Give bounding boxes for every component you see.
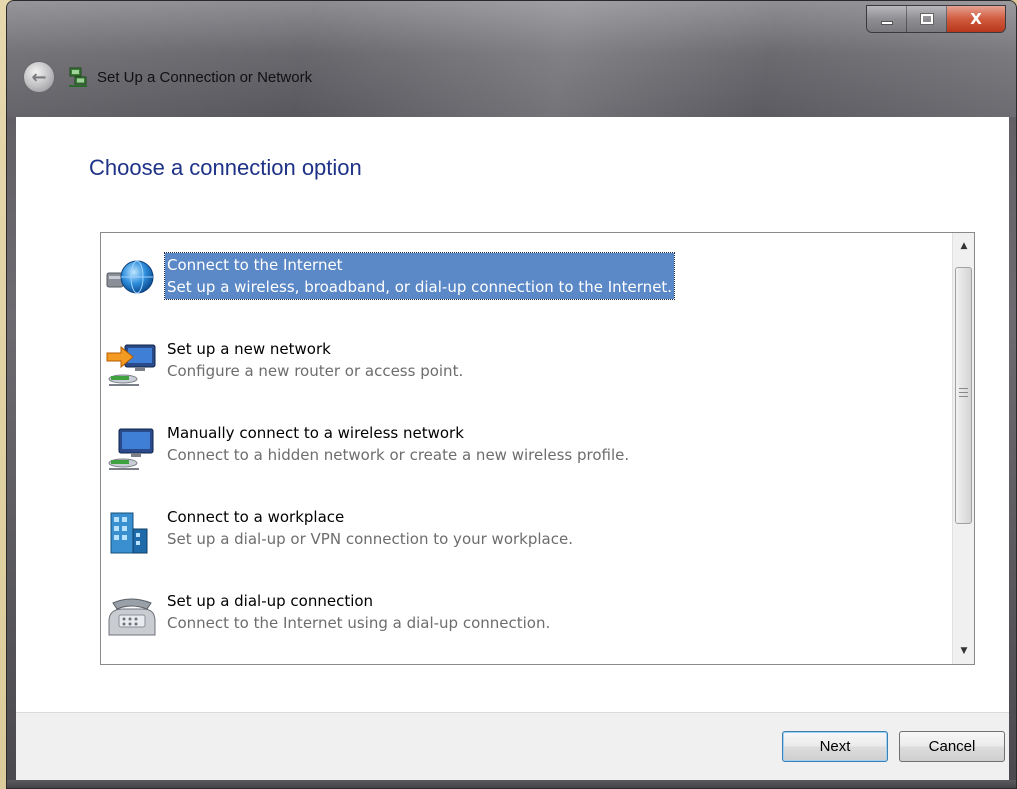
scroll-up-button[interactable]: ▲: [953, 235, 975, 257]
option-text: Connect to a workplace Set up a dial-up …: [165, 505, 575, 551]
list-item-dial-up[interactable]: Set up a dial-up connection Connect to t…: [101, 581, 941, 643]
page-title: Choose a connection option: [89, 155, 362, 180]
cancel-button[interactable]: Cancel: [899, 731, 1005, 762]
close-button[interactable]: X: [947, 6, 1005, 32]
content-area: Choose a connection option Connect to th…: [16, 117, 1009, 712]
navigation-row: ← Set Up a Connection or Network: [23, 61, 312, 93]
triangle-up-icon: ▲: [960, 241, 968, 251]
option-text: Set up a dial-up connection Connect to t…: [165, 589, 552, 635]
window-bottom-border: [7, 780, 1016, 788]
option-title: Connect to the Internet: [167, 256, 343, 274]
list-item-workplace[interactable]: Connect to a workplace Set up a dial-up …: [101, 497, 941, 559]
option-title: Set up a new network: [167, 340, 331, 358]
list-item-connect-internet[interactable]: Connect to the Internet Set up a wireles…: [101, 245, 941, 307]
maximize-icon: [919, 13, 934, 25]
caption-buttons: X: [866, 5, 1006, 33]
telephone-modem-icon: [108, 598, 156, 636]
triangle-down-icon: ▼: [960, 646, 968, 656]
back-arrow-icon: ←: [31, 66, 47, 88]
option-description: Set up a wireless, broadband, or dial-up…: [167, 278, 673, 296]
option-description: Connect to a hidden network or create a …: [167, 446, 630, 464]
back-button[interactable]: ←: [23, 61, 55, 93]
option-text: Manually connect to a wireless network C…: [165, 421, 631, 467]
option-title: Set up a dial-up connection: [167, 592, 374, 610]
next-button[interactable]: Next: [782, 731, 888, 762]
option-title: Manually connect to a wireless network: [167, 424, 464, 442]
scroll-down-button[interactable]: ▼: [953, 640, 975, 662]
option-text: Set up a new network Configure a new rou…: [165, 337, 465, 383]
globe-network-icon: [106, 260, 154, 294]
list-item-new-network[interactable]: Set up a new network Configure a new rou…: [101, 329, 941, 391]
minimize-button[interactable]: [867, 6, 907, 32]
close-icon: X: [970, 10, 982, 28]
option-text: Connect to the Internet Set up a wireles…: [163, 252, 676, 300]
connection-options-list[interactable]: Connect to the Internet Set up a wireles…: [100, 232, 975, 665]
wireless-network-icon: [108, 428, 154, 470]
maximize-button[interactable]: [907, 6, 947, 32]
vertical-scrollbar[interactable]: ▲ ▼: [952, 233, 974, 664]
minimize-icon: [880, 21, 893, 25]
list-item-manual-wireless[interactable]: Manually connect to a wireless network C…: [101, 413, 941, 475]
window-title: Set Up a Connection or Network: [97, 68, 313, 86]
title-bar[interactable]: X ← Set Up a Connection or Network: [7, 1, 1016, 117]
option-title: Connect to a workplace: [167, 508, 345, 526]
workplace-building-icon: [110, 512, 148, 554]
scroll-thumb[interactable]: [955, 267, 972, 524]
option-description: Connect to the Internet using a dial-up …: [167, 614, 551, 632]
button-bar: Next Cancel: [16, 712, 1009, 780]
network-app-icon: [69, 67, 87, 87]
new-network-icon: [106, 344, 156, 386]
grip-icon: [959, 388, 968, 397]
dialog-window: X ← Set Up a Connection or Network Choos…: [6, 0, 1017, 789]
option-description: Set up a dial-up or VPN connection to yo…: [167, 530, 573, 548]
option-description: Configure a new router or access point.: [167, 362, 464, 380]
